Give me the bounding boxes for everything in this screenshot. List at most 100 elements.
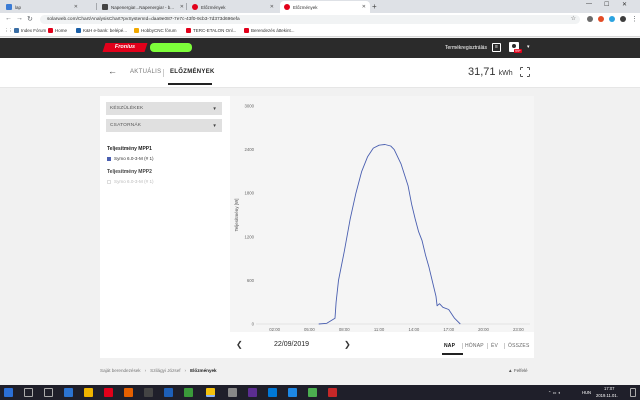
app-icon[interactable] [164, 388, 173, 397]
bookmark-item[interactable]: Home [48, 28, 67, 33]
browser-tab[interactable]: Előzmények ✕ [188, 1, 278, 13]
minimize-icon[interactable]: — [586, 1, 592, 7]
bookmark-item[interactable]: Index Fórum [14, 28, 46, 33]
redacted-system-name [150, 43, 192, 52]
tab-label: Előzmények [293, 4, 318, 10]
url-input[interactable]: solarweb.com/Chart/AnalysisChart?pvSyste… [40, 15, 580, 24]
previous-day-icon[interactable]: ❮ [236, 340, 243, 349]
devices-dropdown[interactable]: KÉSZÜLÉKEK ▼ [106, 102, 222, 115]
edge-icon[interactable] [64, 388, 73, 397]
notification-badge: 99+ [514, 49, 522, 53]
channel-legend-item[interactable]: Symo 6.0-3-M (# 1) [107, 156, 154, 161]
x-tick-label: 14:00 [409, 327, 420, 332]
browser-tab[interactable]: Napenergia!...Napenergia! - b... ✕ [98, 1, 188, 13]
legend-swatch [107, 156, 111, 161]
tab-label: lap [15, 4, 22, 10]
close-icon[interactable]: ✕ [180, 4, 184, 10]
back-icon[interactable]: ← [5, 15, 12, 22]
bookmark-item[interactable]: HobbyCNC fórum [134, 28, 177, 33]
tab-divider [163, 69, 164, 77]
tab-history[interactable]: ELŐZMÉNYEK [170, 69, 215, 75]
clock-time[interactable]: 17:07 [604, 386, 614, 391]
language-indicator[interactable]: HUN [582, 390, 591, 395]
notifications-icon[interactable] [630, 388, 636, 397]
app-icon[interactable] [268, 388, 277, 397]
chrome-icon[interactable] [206, 388, 215, 397]
energy-value: 31,71 [468, 66, 496, 78]
reload-icon[interactable]: ↻ [27, 15, 33, 23]
scroll-up-link[interactable]: ▲ Felfelé [508, 368, 528, 373]
app-icon[interactable] [248, 388, 257, 397]
period-day[interactable]: NAP [444, 343, 455, 349]
date-navigation: ❮ 22/09/2019 ❯ NAP HÓNAP ÉV ÖSSZES [230, 334, 534, 356]
registration-icon[interactable]: ≡ [492, 43, 501, 52]
firefox-icon[interactable] [124, 388, 133, 397]
period-month[interactable]: HÓNAP [465, 343, 484, 349]
bookmark-item[interactable]: K&H e-bank: belépé... [76, 28, 127, 33]
app-icon[interactable] [288, 388, 297, 397]
apps-icon[interactable]: ⋮⋮ [4, 28, 13, 34]
product-registration-link[interactable]: Termékregisztrálás [445, 45, 487, 51]
close-icon[interactable]: ✕ [362, 4, 366, 10]
channels-label: CSATORNÁK [110, 123, 142, 128]
app-icon[interactable] [104, 388, 113, 397]
app-icon[interactable] [308, 388, 317, 397]
chart-area: 0 600 1200 1800 2400 3000 02:00 05:00 08:00 11:00… [230, 96, 534, 358]
period-all[interactable]: ÖSSZES [508, 343, 529, 349]
search-icon[interactable] [24, 388, 33, 397]
chevron-down-icon[interactable]: ▾ [527, 44, 530, 50]
next-day-icon[interactable]: ❯ [344, 340, 351, 349]
period-year[interactable]: ÉV [491, 343, 498, 349]
extension-icon[interactable] [598, 16, 604, 22]
file-explorer-icon[interactable] [84, 388, 93, 397]
app-icon[interactable] [228, 388, 237, 397]
bookmark-star-icon[interactable]: ☆ [571, 15, 576, 24]
maximize-icon[interactable]: ☐ [604, 1, 609, 8]
back-arrow-icon[interactable]: ← [108, 66, 117, 76]
windows-start-icon[interactable] [4, 388, 13, 397]
channels-dropdown[interactable]: CSATORNÁK ▼ [106, 119, 222, 132]
bookmark-favicon-icon [134, 28, 139, 33]
app-icon[interactable] [328, 388, 337, 397]
tab-divider [96, 3, 97, 10]
tab-favicon-icon [192, 4, 198, 10]
app-icon[interactable] [184, 388, 193, 397]
tab-current[interactable]: AKTUÁLIS [130, 69, 161, 75]
bookmark-favicon-icon [244, 28, 249, 33]
fronius-logo[interactable]: Fronius [102, 43, 148, 52]
y-tick-label: 3000 [244, 104, 254, 109]
channel-group-title: Teljesítmény MPP2 [107, 169, 152, 175]
menu-kebab-icon[interactable]: ⋮ [631, 15, 638, 23]
browser-tab-active[interactable]: Előzmények ✕ [280, 1, 370, 13]
x-tick-label: 20:00 [478, 327, 489, 332]
period-divider [462, 343, 463, 349]
fullscreen-icon[interactable] [519, 66, 531, 78]
app-header: Fronius Termékregisztrálás ≡ 99+ ▾ [0, 38, 640, 58]
channel-legend-item[interactable]: Symo 6.0-3-M (# 1) [107, 179, 154, 184]
y-tick-label: 0 [252, 322, 255, 327]
clock-date[interactable]: 2019.11.01. [596, 393, 618, 398]
tray-icons[interactable]: ⌃ ▭ ◖ [548, 390, 560, 395]
url-text: solarweb.com/Chart/AnalysisChart?pvSyste… [47, 17, 240, 22]
bookmark-item[interactable]: TERC-ETALON Onl... [186, 28, 236, 33]
selected-date[interactable]: 22/09/2019 [274, 341, 309, 348]
breadcrumb-item[interactable]: Szilágyi József [150, 368, 180, 373]
extension-icon[interactable] [609, 16, 615, 22]
breadcrumb: Saját berendezések › Szilágyi József › E… [100, 368, 217, 373]
browser-tab[interactable]: lap ✕ [2, 1, 82, 13]
app-icon[interactable] [144, 388, 153, 397]
close-icon[interactable]: ✕ [270, 4, 274, 10]
profile-icon[interactable] [620, 16, 626, 22]
new-tab-button[interactable]: + [372, 2, 377, 11]
close-window-icon[interactable]: ✕ [622, 1, 627, 8]
bookmark-item[interactable]: Berendezés áttekint... [244, 28, 295, 33]
extension-icon[interactable] [587, 16, 593, 22]
x-tick-label: 02:00 [269, 327, 280, 332]
close-icon[interactable]: ✕ [74, 4, 78, 10]
forward-icon[interactable]: → [16, 15, 23, 22]
breadcrumb-item[interactable]: Saját berendezések [100, 368, 141, 373]
bookmark-favicon-icon [14, 28, 19, 33]
caret-down-icon: ▼ [212, 123, 217, 128]
task-view-icon[interactable] [44, 388, 53, 397]
windows-taskbar: ⌃ ▭ ◖ HUN 17:07 2019.11.01. [0, 385, 640, 400]
